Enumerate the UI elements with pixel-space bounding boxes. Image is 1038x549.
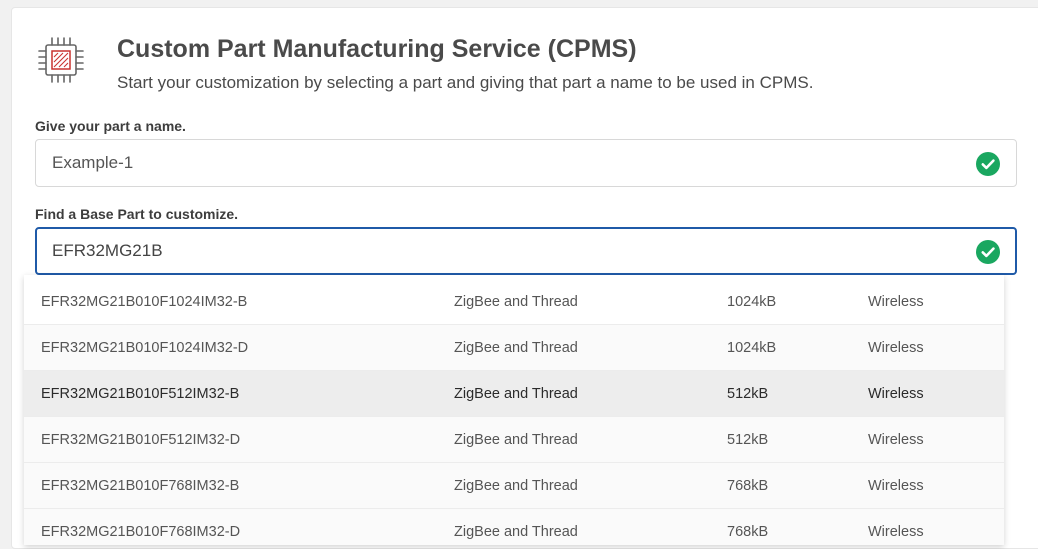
result-memory: 1024kB (727, 339, 777, 356)
result-memory: 768kB (727, 477, 769, 494)
page-subtitle: Start your customization by selecting a … (117, 73, 814, 92)
result-category: Wireless (868, 477, 924, 494)
result-part-number: EFR32MG21B010F1024IM32-B (41, 294, 248, 310)
base-part-label: Find a Base Part to customize. (35, 206, 239, 222)
result-part-number: EFR32MG21B010F1024IM32-D (41, 339, 249, 356)
result-memory: 512kB (727, 431, 769, 448)
result-protocol: ZigBee and Thread (454, 294, 578, 310)
result-row[interactable]: EFR32MG21B010F768IM32-B ZigBee and Threa… (24, 463, 1004, 509)
result-protocol: ZigBee and Thread (454, 385, 578, 402)
base-part-search-field[interactable] (35, 227, 1017, 275)
page-header: Custom Part Manufacturing Service (CPMS)… (36, 34, 1038, 94)
result-protocol: ZigBee and Thread (454, 523, 578, 540)
result-memory: 768kB (727, 523, 769, 540)
result-category: Wireless (868, 523, 924, 540)
result-protocol: ZigBee and Thread (454, 477, 578, 494)
result-memory: 1024kB (727, 294, 777, 310)
base-part-results-dropdown: EFR32MG21B010F1024IM32-B ZigBee and Thre… (24, 275, 1004, 545)
check-circle-icon (976, 240, 1000, 264)
check-circle-icon (976, 152, 1000, 176)
result-row[interactable]: EFR32MG21B010F1024IM32-D ZigBee and Thre… (24, 325, 1004, 371)
result-category: Wireless (868, 431, 924, 448)
result-row[interactable]: EFR32MG21B010F768IM32-D ZigBee and Threa… (24, 509, 1004, 545)
result-row-highlighted[interactable]: EFR32MG21B010F512IM32-B ZigBee and Threa… (24, 371, 1004, 417)
part-name-input[interactable] (52, 140, 952, 186)
result-row[interactable]: EFR32MG21B010F1024IM32-B ZigBee and Thre… (24, 275, 1004, 325)
result-memory: 512kB (727, 385, 769, 402)
result-part-number: EFR32MG21B010F768IM32-B (41, 477, 240, 494)
result-category: Wireless (868, 339, 924, 356)
result-part-number: EFR32MG21B010F512IM32-B (41, 385, 240, 402)
part-name-label: Give your part a name. (35, 118, 186, 134)
result-category: Wireless (868, 294, 924, 310)
result-protocol: ZigBee and Thread (454, 339, 578, 356)
chip-icon (38, 37, 84, 83)
part-name-field[interactable] (35, 139, 1017, 187)
result-row[interactable]: EFR32MG21B010F512IM32-D ZigBee and Threa… (24, 417, 1004, 463)
result-part-number: EFR32MG21B010F768IM32-D (41, 523, 241, 540)
result-part-number: EFR32MG21B010F512IM32-D (41, 431, 241, 448)
page-title: Custom Part Manufacturing Service (CPMS) (117, 35, 637, 63)
base-part-search-input[interactable] (52, 229, 952, 273)
result-category: Wireless (868, 385, 924, 402)
result-protocol: ZigBee and Thread (454, 431, 578, 448)
